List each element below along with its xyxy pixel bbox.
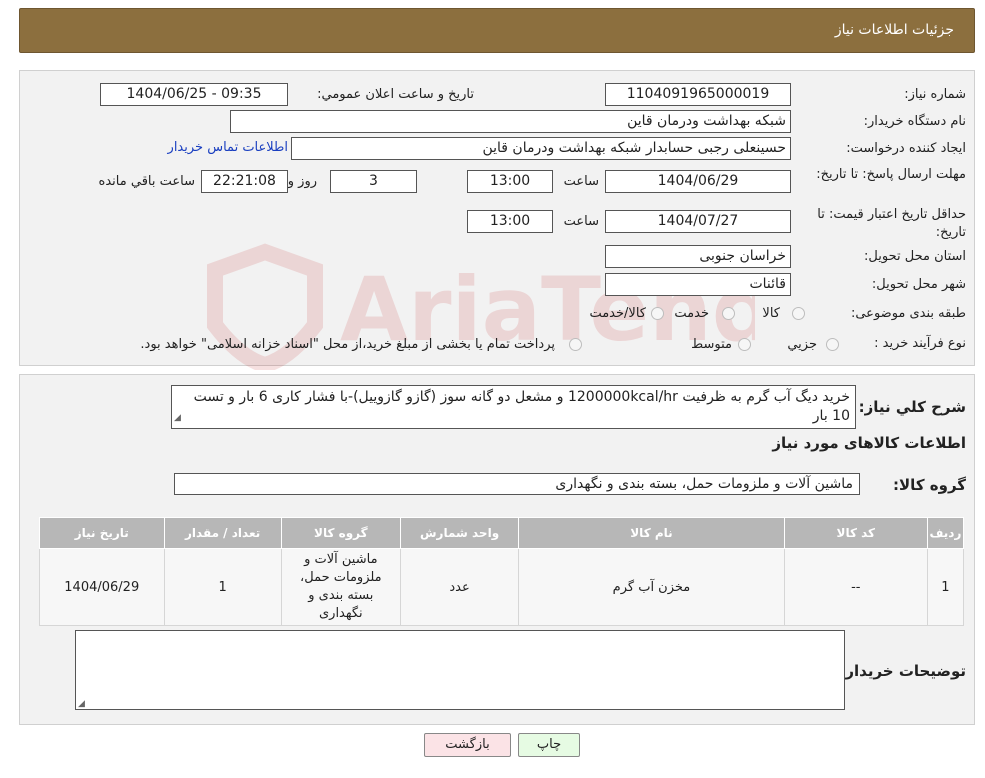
col-item-code: کد کالا (783, 517, 928, 549)
category-label: طبقه بندی موضوعی: (850, 306, 966, 321)
deadline-time-label: ساعت (563, 174, 599, 189)
col-group: گروه کالا (280, 517, 401, 549)
page-title: جزئیات اطلاعات نیاز (834, 22, 954, 38)
deadline-label: مهلت ارسال پاسخ: تا تاريخ: (816, 167, 966, 182)
province-field: خراسان جنوبی (605, 245, 791, 268)
buyer-org-field: شبکه بهداشت ودرمان قاین (230, 110, 791, 133)
days-label: روز و (287, 174, 317, 189)
announce-datetime-field: 1404/06/25 - 09:35 (100, 83, 288, 106)
province-label: استان محل تحويل: (864, 249, 966, 264)
cell-item-code: -- (783, 548, 928, 626)
table-header-row: رديف کد کالا نام کالا واحد شمارش گروه کا… (39, 517, 965, 549)
process-option-medium: متوسط (691, 337, 732, 352)
table-row: 1 -- مخزن آب گرم عدد ماشین آلات و ملزوما… (39, 548, 965, 626)
category-radio-goods[interactable] (792, 307, 805, 320)
deadline-time-field: 13:00 (467, 170, 553, 193)
items-title: اطلاعات کالاهای مورد نياز (772, 434, 966, 452)
col-item-name: نام کالا (518, 517, 785, 549)
items-table: رديف کد کالا نام کالا واحد شمارش گروه کا… (39, 517, 965, 626)
days-field: 3 (330, 170, 417, 193)
process-label: نوع فرآيند خريد : (874, 336, 966, 351)
announce-datetime-label: تاریخ و ساعت اعلان عمومي: (317, 87, 474, 102)
resize-handle-icon[interactable]: ◢ (174, 409, 181, 428)
validity-date-field: 1404/07/27 (605, 210, 791, 233)
summary-textarea[interactable]: خرید دیگ آب گرم به ظرفیت 1200000kcal/hr … (171, 385, 856, 429)
buyer-notes-label: توضيحات خريدار: (839, 662, 966, 680)
cell-need-date: 1404/06/29 (39, 548, 165, 626)
process-radio-treasury[interactable] (569, 338, 582, 351)
need-number-label: شماره نیاز: (904, 87, 966, 102)
back-button[interactable]: بازگشت (424, 733, 511, 757)
remaining-time-label: ساعت باقي مانده (98, 174, 195, 189)
process-note: پرداخت تمام يا بخشی از مبلغ خريد،از محل … (140, 337, 555, 352)
cell-quantity: 1 (163, 548, 282, 626)
resize-handle-icon[interactable]: ◢ (78, 699, 85, 709)
col-need-date: تاريخ نياز (39, 517, 165, 549)
summary-text: خرید دیگ آب گرم به ظرفیت 1200000kcal/hr … (193, 389, 850, 424)
category-radio-service[interactable] (722, 307, 735, 320)
process-radio-minor[interactable] (826, 338, 839, 351)
print-button[interactable]: چاپ (518, 733, 580, 757)
buyer-org-label: نام دستگاه خريدار: (863, 114, 966, 129)
process-radio-medium[interactable] (738, 338, 751, 351)
category-option-service: خدمت (674, 306, 709, 321)
col-row-number: رديف (926, 517, 965, 549)
col-unit: واحد شمارش (399, 517, 520, 549)
city-label: شهر محل تحويل: (871, 277, 966, 292)
cell-item-name: مخزن آب گرم (518, 548, 785, 626)
remaining-time-field: 22:21:08 (201, 170, 288, 193)
category-radio-goods-service[interactable] (651, 307, 664, 320)
summary-label: شرح کلي نياز: (858, 398, 966, 416)
validity-label: حداقل تاريخ اعتبار قيمت: تا تاريخ: (817, 207, 966, 240)
need-number-field: 1104091965000019 (605, 83, 791, 106)
city-field: قائنات (605, 273, 791, 296)
cell-unit: عدد (399, 548, 520, 626)
buyer-notes-textarea[interactable]: ◢ (75, 630, 845, 710)
creator-field: حسینعلی رجبی حسابدار شبکه بهداشت ودرمان … (291, 137, 791, 160)
page-header: جزئیات اطلاعات نیاز (19, 8, 975, 53)
creator-label: ايجاد کننده درخواست: (846, 141, 966, 156)
cell-row-number: 1 (926, 548, 965, 626)
group-field: ماشین آلات و ملزومات حمل، بسته بندی و نگ… (174, 473, 860, 495)
validity-time-field: 13:00 (467, 210, 553, 233)
deadline-date-field: 1404/06/29 (605, 170, 791, 193)
buyer-contact-link[interactable]: اطلاعات تماس خريدار (168, 140, 288, 155)
process-option-minor: جزيي (787, 337, 817, 352)
col-quantity: تعداد / مقدار (163, 517, 282, 549)
cell-group: ماشین آلات و ملزومات حمل، بسته بندی و نگ… (280, 548, 401, 626)
group-label: گروه کالا: (893, 476, 966, 494)
validity-time-label: ساعت (563, 214, 599, 229)
category-option-goods: کالا (762, 306, 780, 321)
category-option-goods-service: کالا/خدمت (589, 306, 646, 321)
